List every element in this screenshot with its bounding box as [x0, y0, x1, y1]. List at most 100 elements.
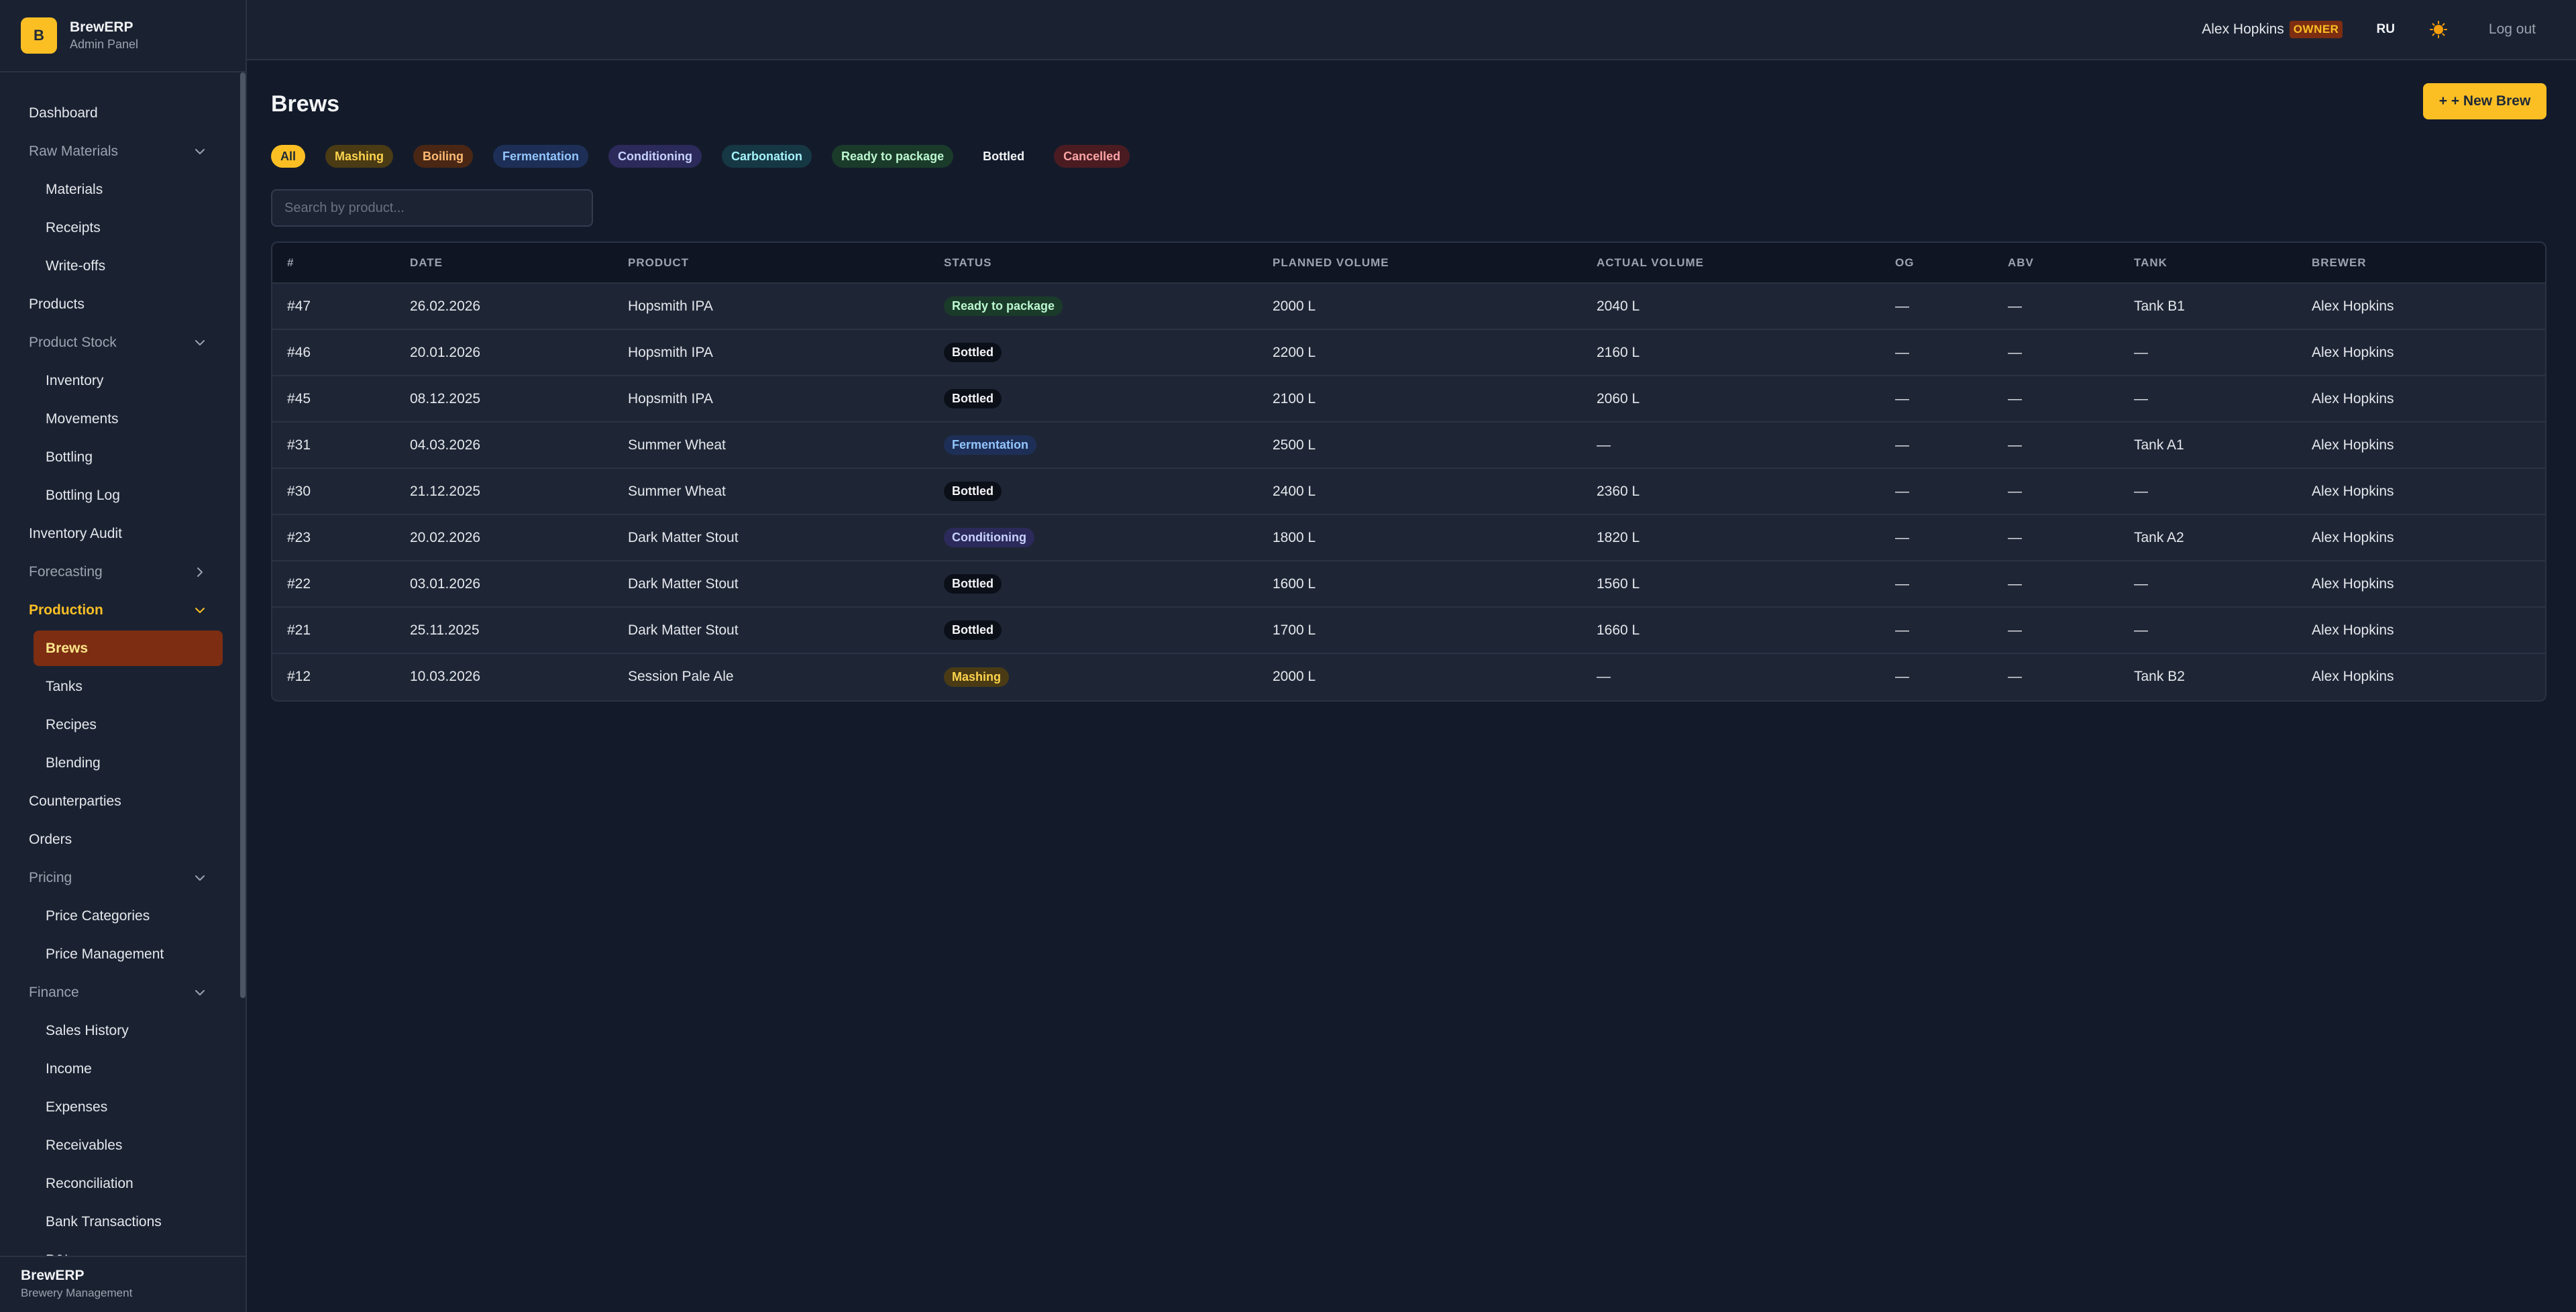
search-input[interactable]	[271, 189, 593, 227]
filter-chip-boiling[interactable]: Boiling	[413, 145, 474, 168]
filter-chip-fermentation[interactable]: Fermentation	[493, 145, 589, 168]
sidebar-item-dashboard[interactable]: Dashboard	[0, 94, 241, 132]
column-header[interactable]: PLANNED VOLUME	[1258, 243, 1582, 283]
sidebar-item-counterparties[interactable]: Counterparties	[0, 782, 241, 820]
status-filter-bar: All Mashing Boiling Fermentation Conditionin…	[271, 145, 1150, 168]
status-badge: Bottled	[944, 343, 1002, 362]
sidebar-group-raw-materials[interactable]: Raw Materials	[0, 132, 241, 170]
table-cell: Alex Hopkins	[2312, 529, 2394, 545]
language-toggle-button[interactable]: RU	[2376, 22, 2394, 37]
sidebar-item-brews[interactable]: Brews	[34, 631, 223, 666]
table-row[interactable]: #46 20.01.2026 Hopsmith IPA Bottled 2200 L 21…	[272, 329, 2545, 376]
filter-chip-carbonation[interactable]: Carbonation	[722, 145, 812, 168]
column-header[interactable]: ACTUAL VOLUME	[1582, 243, 1880, 283]
sidebar-group-production[interactable]: Production	[0, 591, 241, 629]
sidebar-item-bottling[interactable]: Bottling	[0, 438, 241, 476]
table-cell: Mashing	[929, 653, 1258, 700]
sidebar-item-bank-transactions[interactable]: Bank Transactions	[0, 1203, 241, 1241]
main-content: Brews + + New Brew All Mashing Boiling Ferm…	[247, 60, 2576, 1312]
table-row[interactable]: #30 21.12.2025 Summer Wheat Bottled 2400 L 23…	[272, 468, 2545, 514]
table-cell: —	[2134, 483, 2148, 499]
sidebar-item-blending[interactable]: Blending	[0, 744, 241, 782]
sidebar-group-pricing[interactable]: Pricing	[0, 859, 241, 897]
new-brew-button[interactable]: + + New Brew	[2423, 83, 2546, 119]
column-header[interactable]: OG	[1880, 243, 1993, 283]
sidebar-item-price-management[interactable]: Price Management	[0, 935, 241, 973]
sidebar-item-receipts[interactable]: Receipts	[0, 209, 241, 247]
column-header[interactable]: PRODUCT	[613, 243, 929, 283]
sidebar-item-income[interactable]: Income	[0, 1050, 241, 1088]
column-header[interactable]: BREWER	[2297, 243, 2545, 283]
table-cell: —	[2134, 344, 2148, 360]
table-row[interactable]: #23 20.02.2026 Dark Matter Stout Conditioni…	[272, 514, 2545, 561]
table-row[interactable]: #45 08.12.2025 Hopsmith IPA Bottled 2100 L 20…	[272, 376, 2545, 422]
sidebar-item-label: Pricing	[29, 869, 72, 885]
table-row[interactable]: #31 04.03.2026 Summer Wheat Fermentation 250…	[272, 422, 2545, 468]
table-cell: 20.01.2026	[410, 344, 481, 360]
column-header[interactable]: STATUS	[929, 243, 1258, 283]
sidebar: B BrewERP Admin Panel Dashboard Raw Mater…	[0, 0, 247, 1312]
column-header[interactable]: DATE	[395, 243, 613, 283]
table-cell: Hopsmith IPA	[628, 390, 713, 406]
table-row[interactable]: #21 25.11.2025 Dark Matter Stout Bottled 170…	[272, 607, 2545, 653]
column-header[interactable]: ABV	[1993, 243, 2119, 283]
app-root: B BrewERP Admin Panel Dashboard Raw Mater…	[0, 0, 2576, 1312]
table-cell: 1660 L	[1597, 622, 1640, 638]
table-row[interactable]: #47 26.02.2026 Hopsmith IPA Ready to packag…	[272, 283, 2545, 329]
sidebar-footer-subtitle: Brewery Management	[21, 1287, 133, 1299]
sidebar-item-recipes[interactable]: Recipes	[0, 706, 241, 744]
table-row[interactable]: #22 03.01.2026 Dark Matter Stout Bottled 160…	[272, 561, 2545, 607]
table-cell: —	[2008, 344, 2022, 360]
sidebar-scrollbar[interactable]	[240, 72, 246, 998]
table-cell: #12	[287, 669, 311, 684]
sidebar-item-write-offs[interactable]: Write-offs	[0, 247, 241, 285]
table-row[interactable]: #12 10.03.2026 Session Pale Ale Mashing 2000…	[272, 653, 2545, 700]
table-cell: —	[2008, 576, 2022, 592]
sidebar-item-pnl[interactable]: P&L	[0, 1241, 241, 1256]
table-cell: Alex Hopkins	[2312, 622, 2394, 638]
filter-chip-cancelled[interactable]: Cancelled	[1054, 145, 1130, 168]
sidebar-item-materials[interactable]: Materials	[0, 170, 241, 209]
table-cell: 1820 L	[1597, 529, 1640, 545]
table-body: #47 26.02.2026 Hopsmith IPA Ready to packag…	[272, 283, 2545, 700]
sidebar-item-label: Products	[29, 296, 85, 312]
status-badge: Bottled	[944, 574, 1002, 594]
sidebar-item-expenses[interactable]: Expenses	[0, 1088, 241, 1126]
filter-chip-bottled[interactable]: Bottled	[973, 145, 1034, 168]
column-header[interactable]: #	[272, 243, 395, 283]
table-cell: —	[1895, 437, 1909, 453]
theme-toggle-button[interactable]	[2428, 19, 2449, 40]
filter-chip-conditioning[interactable]: Conditioning	[608, 145, 702, 168]
sidebar-item-reconciliation[interactable]: Reconciliation	[0, 1164, 241, 1203]
table-cell: —	[2008, 390, 2022, 406]
sidebar-item-bottling-log[interactable]: Bottling Log	[0, 476, 241, 514]
table-cell: —	[1597, 669, 1611, 684]
sidebar-item-inventory-audit[interactable]: Inventory Audit	[0, 514, 241, 553]
sidebar-item-receivables[interactable]: Receivables	[0, 1126, 241, 1164]
status-badge: Bottled	[944, 389, 1002, 408]
sidebar-group-product-stock[interactable]: Product Stock	[0, 323, 241, 362]
table-cell: Bottled	[929, 561, 1258, 607]
sidebar-item-label: Dashboard	[29, 105, 98, 121]
filter-chip-all[interactable]: All	[271, 145, 306, 168]
table-cell: 08.12.2025	[410, 390, 481, 406]
status-badge: Conditioning	[944, 528, 1034, 547]
table-cell: 2100 L	[1273, 390, 1316, 406]
brand[interactable]: B BrewERP Admin Panel	[0, 0, 246, 72]
table-cell: 2160 L	[1597, 344, 1640, 360]
sidebar-item-price-categories[interactable]: Price Categories	[0, 897, 241, 935]
sidebar-group-forecasting[interactable]: Forecasting	[0, 553, 241, 591]
sidebar-item-orders[interactable]: Orders	[0, 820, 241, 859]
sidebar-group-finance[interactable]: Finance	[0, 973, 241, 1012]
filter-chip-ready-to-package[interactable]: Ready to package	[832, 145, 954, 168]
sidebar-item-inventory[interactable]: Inventory	[0, 362, 241, 400]
table-cell: —	[1895, 390, 1909, 406]
filter-chip-mashing[interactable]: Mashing	[325, 145, 394, 168]
sidebar-item-products[interactable]: Products	[0, 285, 241, 323]
column-header[interactable]: TANK	[2119, 243, 2297, 283]
sidebar-item-tanks[interactable]: Tanks	[0, 667, 241, 706]
table-cell: 2040 L	[1597, 298, 1640, 314]
sidebar-item-sales-history[interactable]: Sales History	[0, 1012, 241, 1050]
logout-button[interactable]: Log out	[2489, 21, 2536, 38]
sidebar-item-movements[interactable]: Movements	[0, 400, 241, 438]
